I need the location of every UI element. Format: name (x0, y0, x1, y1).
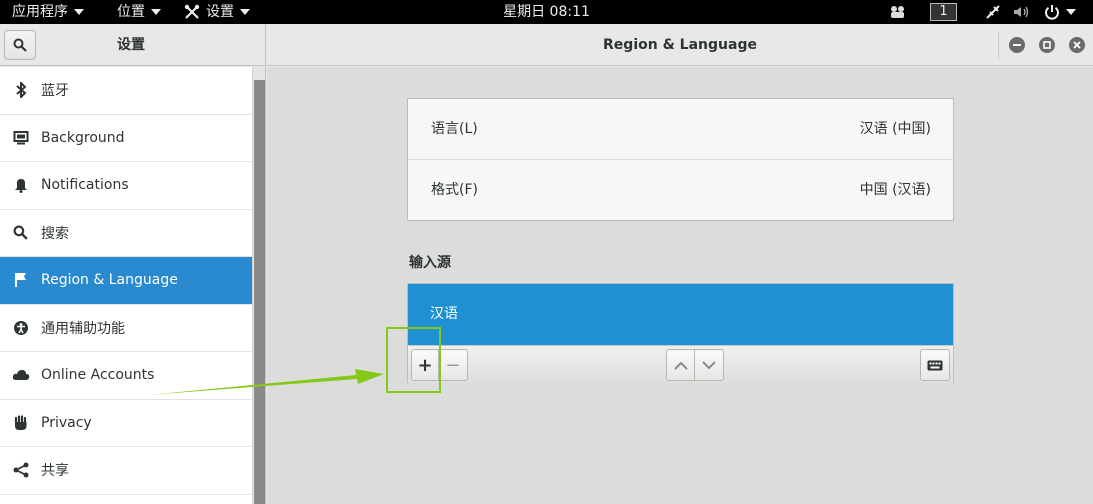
annotation-arrow (148, 369, 384, 395)
